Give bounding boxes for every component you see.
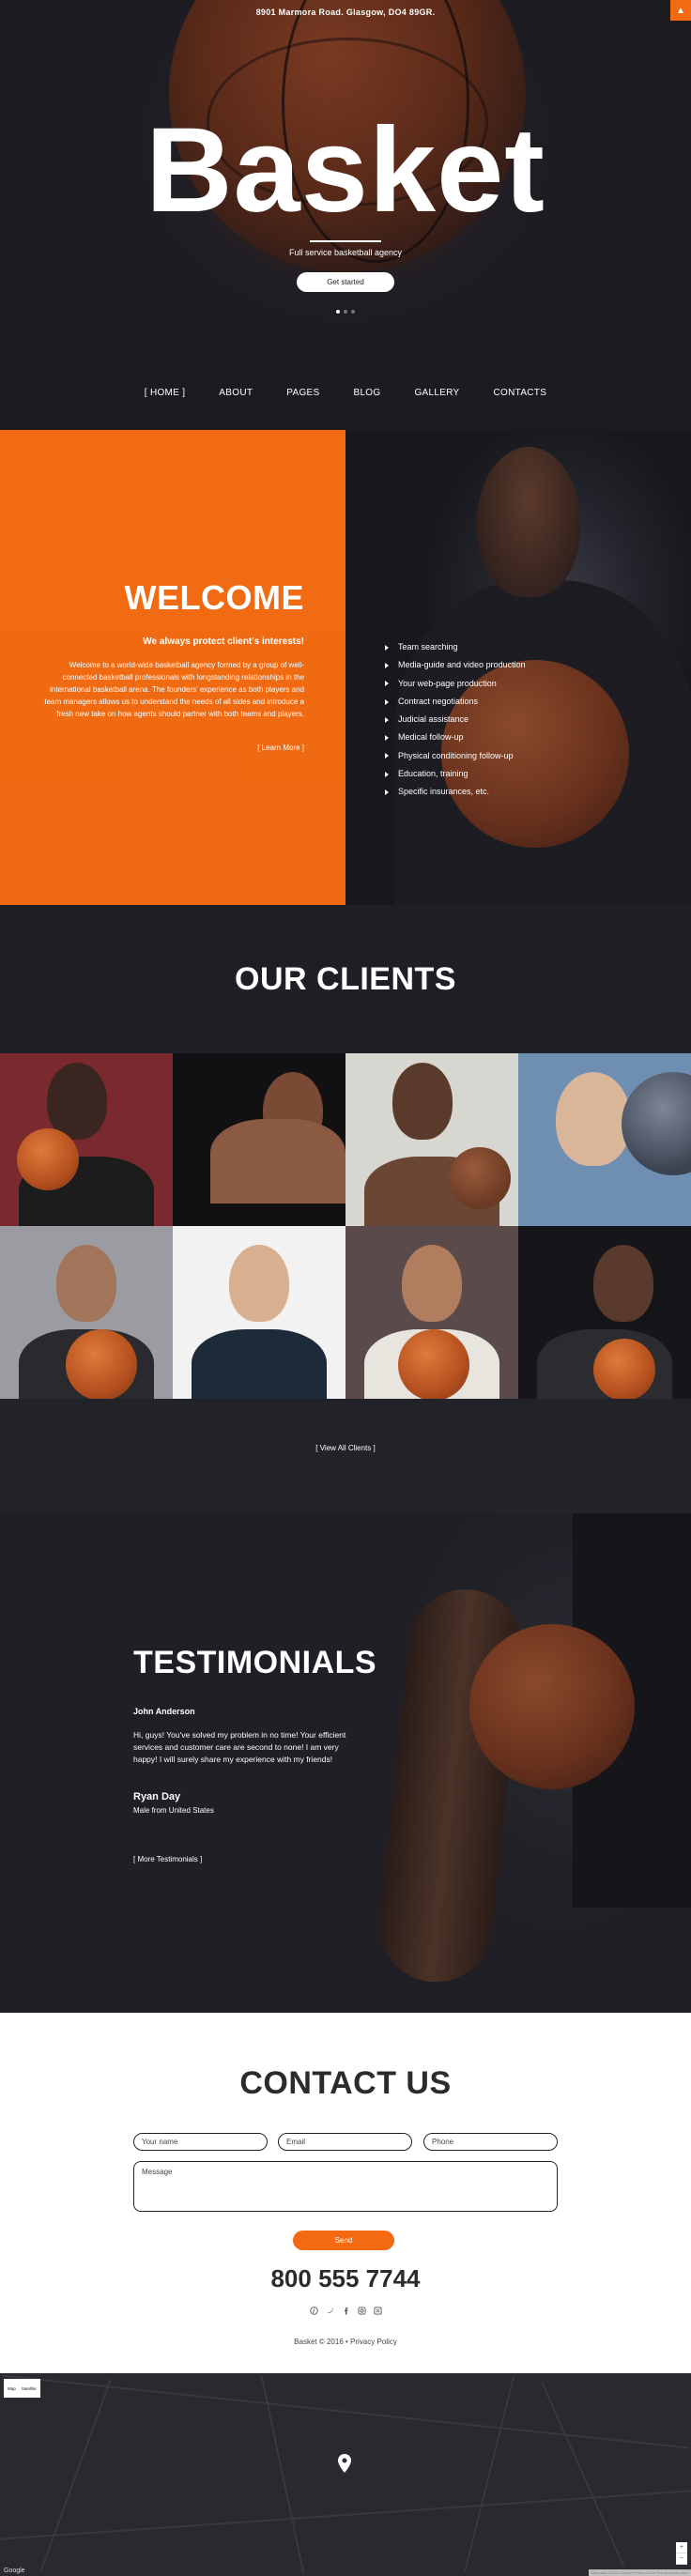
phone-field[interactable]: Phone — [423, 2133, 558, 2151]
list-item: Contract negotiations — [385, 693, 526, 711]
nav-item-blog[interactable]: BLOG — [353, 388, 380, 398]
phone-number: 800 555 7744 — [270, 2264, 421, 2292]
header-address: 8901 Marmora Road. Glasgow, DO4 89GR. — [255, 8, 436, 17]
testimonial-name: John Anderson — [133, 1707, 195, 1716]
slider-pagination — [0, 310, 691, 314]
triangle-bullet-icon — [385, 662, 389, 668]
hero-section: 8901 Marmora Road. Glasgow, DO4 89GR. ▲ … — [0, 0, 691, 430]
instagram-icon[interactable] — [357, 2306, 367, 2316]
facebook-icon[interactable] — [341, 2306, 351, 2316]
triangle-bullet-icon — [385, 681, 389, 687]
testimonial-author-location: Male from United States — [133, 1806, 214, 1815]
triangle-bullet-icon — [385, 716, 389, 723]
google-map[interactable]: Map Satellite + − Google Map data ©2016 … — [0, 2373, 691, 2576]
client-photo[interactable] — [0, 1226, 173, 1399]
twitter-icon[interactable] — [325, 2306, 335, 2316]
list-item: Physical conditioning follow-up — [385, 747, 526, 765]
slider-dot[interactable] — [336, 310, 340, 314]
testimonial-quote: Hi, guys! You've solved my problem in no… — [133, 1730, 346, 1764]
client-photo[interactable] — [346, 1226, 518, 1399]
list-item: Education, training — [385, 765, 526, 783]
hero-divider — [310, 240, 381, 242]
slider-dot[interactable] — [344, 310, 347, 314]
client-photo[interactable] — [0, 1053, 173, 1226]
triangle-bullet-icon — [385, 790, 389, 796]
view-all-clients-link[interactable]: [ View All Clients ] — [0, 1444, 691, 1452]
footer-copyright: Basket © 2016 • Privacy Policy — [294, 2338, 397, 2346]
triangle-bullet-icon — [385, 698, 389, 705]
list-item: Specific insurances, etc. — [385, 783, 526, 801]
more-testimonials-link[interactable]: [ More Testimonials ] — [133, 1855, 202, 1863]
list-item: Medical follow-up — [385, 728, 526, 746]
map-type-control: Map Satellite — [4, 2379, 40, 2398]
client-photo[interactable] — [518, 1053, 691, 1226]
zoom-in-button[interactable]: + — [676, 2542, 687, 2553]
testimonial-author: Ryan Day — [133, 1791, 181, 1802]
triangle-bullet-icon — [385, 735, 389, 742]
message-field[interactable]: Message — [133, 2161, 558, 2212]
list-item: Media-guide and video production — [385, 656, 526, 674]
triangle-bullet-icon — [385, 644, 389, 651]
client-photo[interactable] — [346, 1053, 518, 1226]
list-item: Team searching — [385, 638, 526, 656]
testimonials-title: TESTIMONIALS — [133, 1645, 377, 1680]
zoom-out-button[interactable]: − — [676, 2553, 687, 2565]
welcome-lead: We always protect client's interests! — [143, 636, 304, 647]
triangle-bullet-icon — [385, 771, 389, 777]
slider-dot[interactable] — [351, 310, 355, 314]
email-field[interactable]: Email — [278, 2133, 412, 2151]
nav-item-about[interactable]: ABOUT — [219, 388, 253, 398]
google-logo: Google — [4, 2568, 25, 2574]
hero-subtitle: Full service basketball agency — [288, 248, 403, 257]
send-button[interactable]: Send — [293, 2231, 394, 2250]
location-pin-icon[interactable] — [338, 2454, 351, 2473]
arrow-up-icon: ▲ — [676, 5, 685, 16]
scroll-up-button[interactable]: ▲ — [670, 0, 691, 21]
client-photo[interactable] — [173, 1053, 346, 1226]
welcome-text: Welcome to a world-wide basketball agenc… — [44, 661, 304, 718]
triangle-bullet-icon — [385, 753, 389, 759]
nav-item-home[interactable]: [ HOME ] — [145, 388, 186, 398]
nav-item-pages[interactable]: PAGES — [286, 388, 319, 398]
hero-title: Basket — [146, 103, 545, 238]
clients-gallery — [0, 1053, 691, 1399]
list-item: Your web-page production — [385, 675, 526, 693]
pinterest-icon[interactable] — [309, 2306, 319, 2316]
nav-item-contacts[interactable]: CONTACTS — [494, 388, 547, 398]
dribbble-icon[interactable] — [373, 2306, 383, 2316]
list-item: Judicial assistance — [385, 711, 526, 728]
nav-item-gallery[interactable]: GALLERY — [414, 388, 459, 398]
welcome-title: WELCOME — [124, 578, 304, 617]
player-head — [477, 447, 580, 597]
contact-section: CONTACT US Your name Email Phone Message… — [0, 2013, 691, 2373]
get-started-button[interactable]: Get started — [297, 272, 394, 292]
client-photo[interactable] — [518, 1226, 691, 1399]
testimonials-section: TESTIMONIALS John Anderson Hi, guys! You… — [0, 1513, 691, 2013]
main-nav: [ HOME ] ABOUT PAGES BLOG GALLERY CONTAC… — [0, 388, 691, 398]
testimonial-basketball — [469, 1624, 635, 1789]
map-type-satellite-button[interactable]: Satellite — [22, 2386, 37, 2391]
welcome-section: WELCOME We always protect client's inter… — [0, 430, 691, 905]
clients-title: OUR CLIENTS — [235, 961, 456, 997]
map-type-map-button[interactable]: Map — [8, 2386, 16, 2391]
learn-more-link[interactable]: [ Learn More ] — [252, 744, 304, 755]
contact-title: CONTACT US — [239, 2065, 452, 2101]
map-zoom-control: + − — [676, 2542, 687, 2565]
clients-section: OUR CLIENTS [View All Clients] — [0, 905, 691, 1513]
name-field[interactable]: Your name — [133, 2133, 268, 2151]
social-links — [0, 2306, 691, 2316]
map-terms[interactable]: Map data ©2016 Google Terms of Use Repor… — [588, 2569, 691, 2576]
client-photo[interactable] — [173, 1226, 346, 1399]
services-list: Team searching Media-guide and video pro… — [385, 638, 526, 802]
